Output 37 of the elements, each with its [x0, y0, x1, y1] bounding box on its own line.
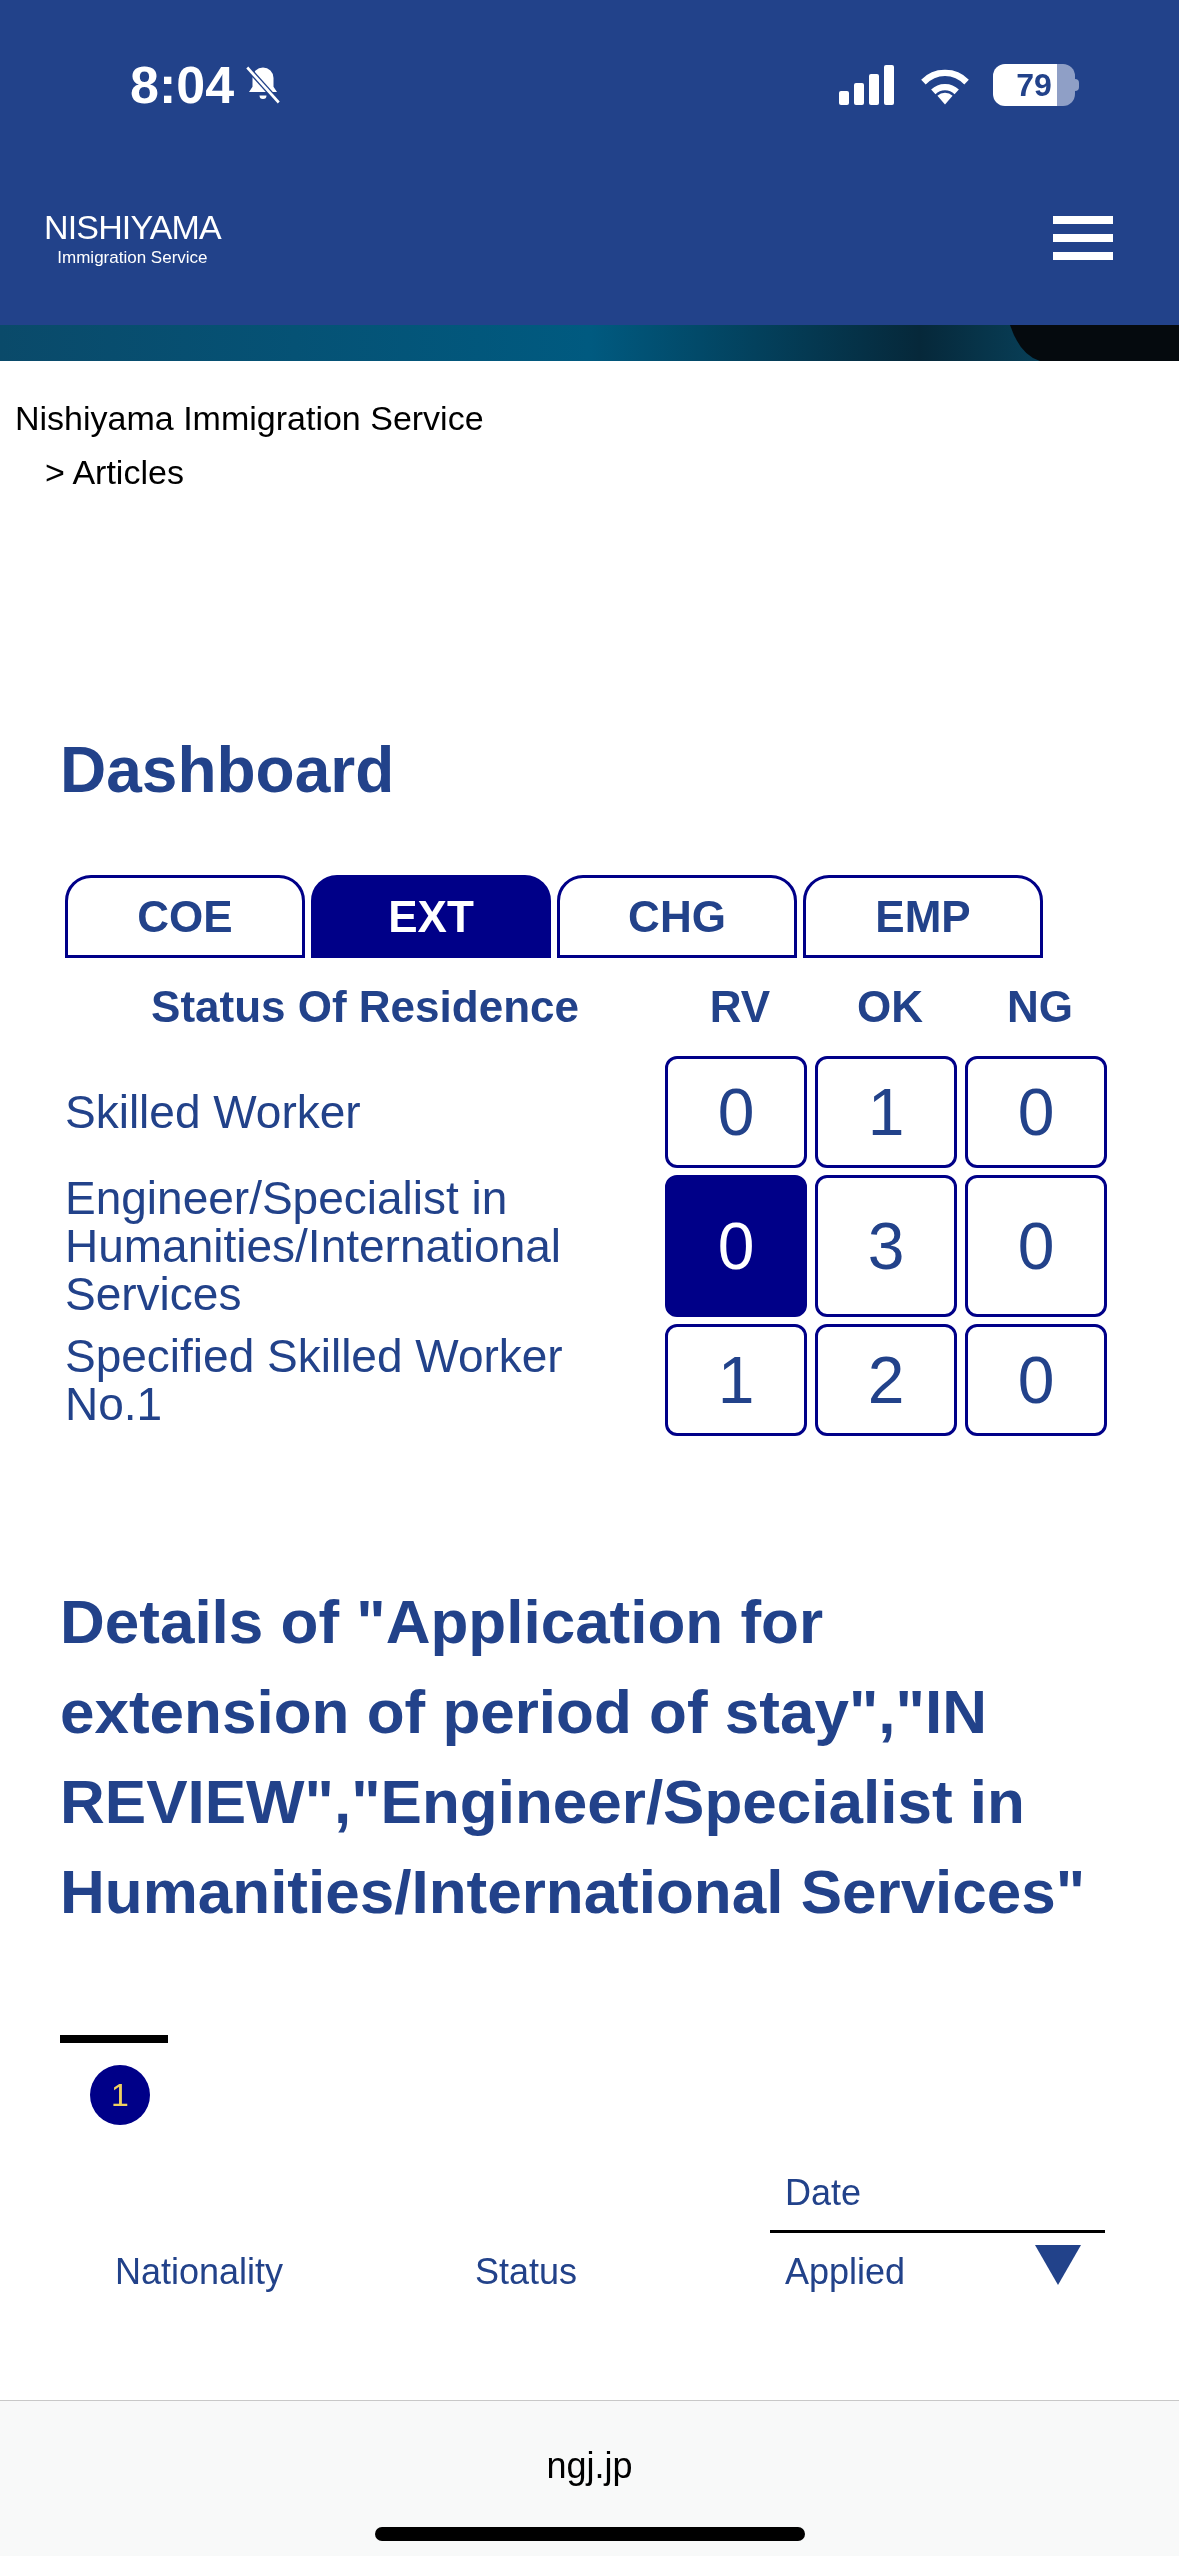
sort-down-icon[interactable] [1035, 2245, 1081, 2285]
column-group-header: Date [770, 2163, 1105, 2233]
residence-label: Specified Skilled Worker No.1 [65, 1332, 564, 1428]
count-cell[interactable]: 1 [815, 1056, 957, 1168]
count-cell[interactable]: 0 [965, 1056, 1107, 1168]
logo-title: NISHIYAMA [44, 206, 221, 247]
column-header: Status [475, 2250, 579, 2294]
column-header: Nationality [114, 2250, 285, 2294]
column-header: OK [856, 981, 924, 1033]
page-number[interactable]: 1 [90, 2065, 150, 2125]
residence-label: Skilled Worker [65, 1088, 362, 1136]
count-cell[interactable]: 1 [665, 1324, 807, 1436]
residence-label: Engineer/Specialist in Humanities/International Services [65, 1174, 563, 1318]
dashboard-title: Dashboard [59, 733, 396, 808]
menu-icon[interactable] [1053, 215, 1113, 260]
column-header: Status Of Residence [150, 981, 580, 1033]
count-cell[interactable]: 0 [965, 1175, 1107, 1317]
url-text[interactable]: ngj.jp [546, 2439, 633, 2493]
column-header: RV [708, 981, 772, 1033]
tab[interactable]: CHG [557, 875, 797, 958]
count-cell[interactable]: 0 [665, 1175, 807, 1317]
breadcrumb-link[interactable]: > Articles [15, 445, 1164, 499]
logo-subtitle: Immigration Service [57, 246, 208, 269]
signal-icon [839, 65, 897, 105]
count-cell[interactable]: 2 [815, 1324, 957, 1436]
tab[interactable]: COE [65, 875, 305, 958]
column-header: Applied [785, 2250, 907, 2294]
column-header: NG [1006, 981, 1074, 1033]
count-cell[interactable]: 0 [665, 1056, 807, 1168]
tab[interactable]: EMP [803, 875, 1043, 958]
tab[interactable]: EXT [311, 875, 551, 958]
battery-indicator: 79 [993, 64, 1075, 106]
details-title: Details of "Application for extension of period of stay","IN REVIEW","Engineer/Specialist in Humanities/International Services" [60, 1586, 1087, 1928]
count-cell[interactable]: 3 [815, 1175, 957, 1317]
status-time: 8:04 [130, 55, 235, 116]
count-cell[interactable]: 0 [965, 1324, 1107, 1436]
breadcrumb-link[interactable]: Nishiyama Immigration Service [15, 391, 1164, 445]
